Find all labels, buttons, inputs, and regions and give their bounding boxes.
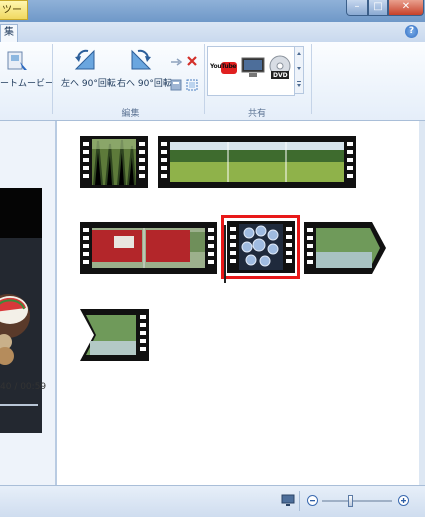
zoom-out-icon (310, 500, 315, 502)
maximize-icon: □ (373, 1, 383, 12)
tab-edit[interactable]: 集 (0, 24, 18, 42)
clip-river[interactable] (304, 222, 386, 274)
auto-movie-label: ートムービー (0, 79, 55, 89)
youtube-button[interactable]: YouTube (210, 61, 237, 75)
close-button[interactable]: ✕ (388, 0, 424, 16)
zoom-in-button[interactable] (398, 495, 409, 506)
help-icon[interactable]: ? (405, 25, 418, 38)
remove-icon (187, 56, 197, 66)
minimize-icon: – (354, 1, 360, 12)
monitor-view-icon (281, 494, 295, 506)
title-bar: ツール – □ ✕ (0, 0, 425, 36)
minimize-button[interactable]: – (346, 0, 368, 16)
select-all-icon (170, 79, 182, 91)
dvd-label: DVD (273, 72, 288, 79)
rotate-right-icon (131, 49, 152, 70)
trim-icon (171, 58, 183, 66)
gallery-scroll[interactable] (294, 46, 304, 94)
youtube-label: YouTube (210, 63, 237, 70)
clip-river-transition[interactable] (80, 309, 149, 361)
close-icon: ✕ (401, 1, 411, 12)
zoom-in-icon (401, 498, 406, 503)
ribbon-tab-row: 集 (0, 22, 425, 43)
rotate-left-button[interactable]: 左へ 90°回転 (58, 44, 116, 104)
save-to-computer-button[interactable] (241, 57, 265, 79)
clip-forest[interactable] (80, 136, 148, 188)
zoom-slider-thumb[interactable] (348, 495, 353, 507)
remove-button[interactable] (186, 54, 198, 68)
maximize-button[interactable]: □ (368, 0, 388, 16)
clip-dishes-thumbnail (227, 221, 295, 273)
select-all-button[interactable] (170, 79, 182, 91)
monitor-icon (241, 57, 265, 77)
rotate-right-button[interactable]: 右へ 90°回転 (114, 44, 172, 104)
time-display: 40 / 00:59 (0, 382, 47, 392)
trim-button[interactable] (170, 57, 184, 67)
separator (52, 44, 53, 114)
preview-panel: 40 / 00:59 (0, 121, 56, 485)
auto-movie-button[interactable]: ートムービー (0, 44, 54, 104)
burn-dvd-button[interactable]: DVD (268, 55, 292, 81)
separator (311, 44, 312, 114)
zoom-slider[interactable] (322, 495, 392, 507)
share-gallery: YouTube DVD (207, 46, 295, 96)
clip-selected[interactable] (221, 215, 300, 279)
clip-rice-field[interactable] (158, 136, 356, 188)
gallery-more-icon (297, 52, 301, 87)
view-toggle-button[interactable] (281, 493, 295, 507)
separator (204, 44, 205, 114)
rotate-left-label: 左へ 90°回転 (61, 79, 116, 89)
ribbon: ートムービー 左へ 90°回転 右へ 90°回転 編集 YouTube DVD … (0, 42, 425, 121)
zoom-out-button[interactable] (307, 495, 318, 506)
split-icon (186, 79, 198, 91)
rotate-left-icon (74, 49, 95, 70)
status-bar (0, 485, 425, 517)
tab-video-tools[interactable]: ツール (0, 0, 28, 36)
preview-monitor (0, 188, 42, 433)
auto-movie-icon (7, 51, 27, 70)
edit-group-label: 編集 (121, 109, 140, 119)
clip-red-train[interactable] (80, 222, 217, 274)
share-group-label: 共有 (247, 109, 266, 119)
playhead[interactable] (224, 225, 226, 283)
storyboard-pane (56, 121, 421, 485)
rotate-right-label: 右へ 90°回転 (117, 79, 172, 89)
seek-bar[interactable] (0, 404, 38, 406)
status-divider (299, 491, 300, 511)
split-button[interactable] (186, 79, 198, 91)
storyboard-scrollbar[interactable] (419, 121, 425, 485)
